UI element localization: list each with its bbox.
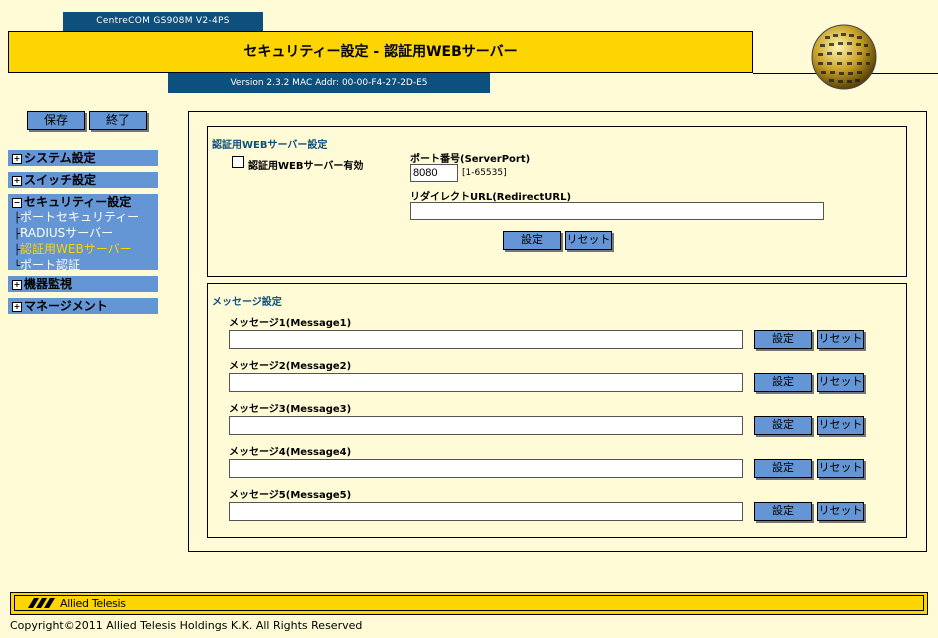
sidebar-item-management[interactable]: + マネージメント (8, 298, 158, 314)
web-server-section-title: 認証用WEBサーバー設定 (212, 140, 328, 151)
message-4-input[interactable] (229, 459, 743, 478)
sidebar-item-label: セキュリティー設定 (24, 195, 132, 209)
message-1-label: メッセージ1(Message1) (229, 318, 352, 329)
exit-button[interactable]: 終了 (89, 111, 147, 130)
redirect-url-input[interactable] (410, 202, 824, 220)
web-server-reset-button[interactable]: リセット (565, 231, 612, 250)
message-1-reset-button[interactable]: リセット (817, 330, 864, 349)
message-2-input[interactable] (229, 373, 743, 392)
page-title: セキュリティー設定 - 認証用WEBサーバー (8, 31, 753, 73)
message-5-label: メッセージ5(Message5) (229, 490, 352, 501)
sidebar-item-security[interactable]: − セキュリティー設定 ├ポートセキュリティー ├RADIUSサーバー ├認証用W… (8, 194, 158, 272)
version-info: Version 2.3.2 MAC Addr: 00-00-F4-27-2D-E… (168, 73, 490, 93)
expand-icon[interactable]: + (12, 175, 22, 186)
message-2-reset-button[interactable]: リセット (817, 373, 864, 392)
message-section-title: メッセージ設定 (212, 297, 282, 308)
sidebar-subitem-web-server[interactable]: ├認証用WEBサーバー (12, 242, 158, 258)
message-1-set-button[interactable]: 設定 (754, 330, 812, 349)
port-range-hint: [1-65535] (462, 168, 507, 178)
sidebar-item-label: スイッチ設定 (24, 173, 97, 187)
collapse-icon[interactable]: − (12, 197, 22, 208)
sidebar-item-label: システム設定 (24, 151, 96, 165)
sidebar-item-switch[interactable]: + スイッチ設定 (8, 172, 158, 188)
model-name-tab: CentreCOM GS908M V2-4PS (63, 12, 263, 31)
sidebar-subitem-radius[interactable]: ├RADIUSサーバー (12, 226, 158, 242)
globe-logo-icon (811, 24, 877, 90)
allied-telesis-logo-icon (28, 597, 58, 612)
redirect-url-label: リダイレクトURL(RedirectURL) (410, 192, 572, 203)
sidebar-subitem-port-security[interactable]: ├ポートセキュリティー (12, 210, 158, 226)
sidebar-item-monitoring[interactable]: + 機器監視 (8, 276, 158, 292)
web-server-set-button[interactable]: 設定 (503, 231, 561, 250)
message-4-reset-button[interactable]: リセット (817, 459, 864, 478)
save-button[interactable]: 保存 (27, 111, 85, 130)
message-3-label: メッセージ3(Message3) (229, 404, 352, 415)
enable-web-server-label: 認証用WEBサーバー有効 (248, 161, 364, 172)
port-label: ポート番号(ServerPort) (410, 154, 531, 165)
port-input[interactable] (410, 164, 458, 182)
expand-icon[interactable]: + (12, 279, 22, 290)
message-5-reset-button[interactable]: リセット (817, 502, 864, 521)
sidebar-item-system[interactable]: + システム設定 (8, 150, 158, 166)
message-5-set-button[interactable]: 設定 (754, 502, 812, 521)
expand-icon[interactable]: + (12, 301, 22, 312)
message-3-input[interactable] (229, 416, 743, 435)
sidebar-subitem-port-auth[interactable]: └ポート認証 (12, 258, 158, 274)
message-3-reset-button[interactable]: リセット (817, 416, 864, 435)
copyright-text: Copyright©2011 Allied Telesis Holdings K… (10, 619, 363, 632)
message-2-label: メッセージ2(Message2) (229, 361, 352, 372)
expand-icon[interactable]: + (12, 153, 22, 164)
footer-logo-strip (14, 595, 924, 611)
message-4-label: メッセージ4(Message4) (229, 447, 352, 458)
sidebar-item-label: マネージメント (24, 299, 108, 313)
message-4-set-button[interactable]: 設定 (754, 459, 812, 478)
footer-logo-text: Allied Telesis (60, 597, 126, 610)
message-1-input[interactable] (229, 330, 743, 349)
message-5-input[interactable] (229, 502, 743, 521)
message-3-set-button[interactable]: 設定 (754, 416, 812, 435)
enable-web-server-checkbox[interactable] (232, 156, 244, 168)
sidebar-item-label: 機器監視 (24, 277, 73, 291)
message-2-set-button[interactable]: 設定 (754, 373, 812, 392)
